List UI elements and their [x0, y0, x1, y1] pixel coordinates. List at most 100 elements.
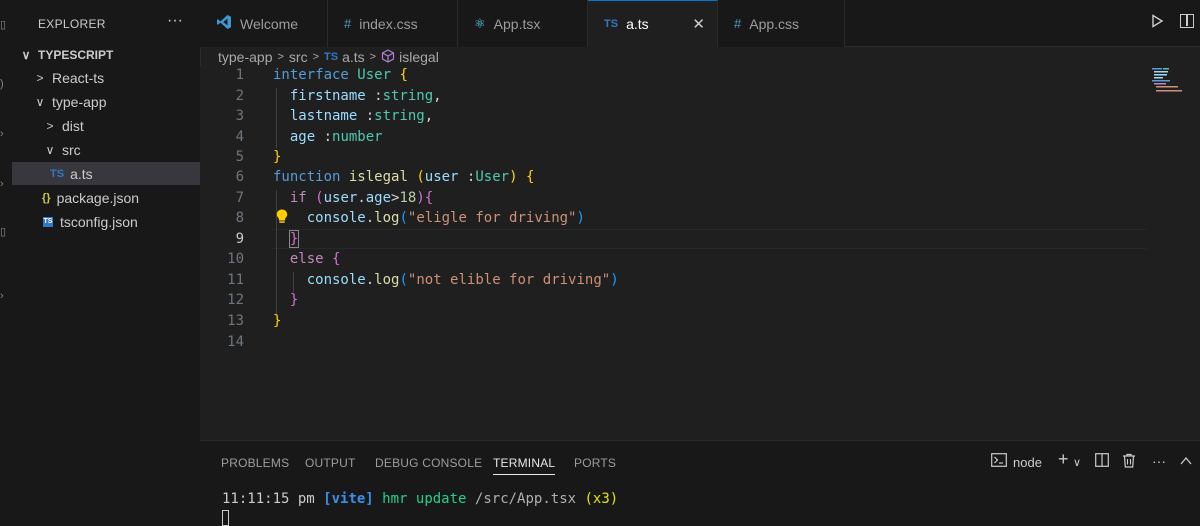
code-line[interactable]: firstname :string,: [273, 88, 442, 104]
line-number: 13: [227, 313, 244, 329]
workspace-root-label: TYPESCRIPT: [38, 47, 114, 62]
split-terminal-icon[interactable]: [1095, 453, 1109, 470]
code-editor[interactable]: 1 2 3 4 5 6 7 8 9 10 11 12 13 14 interfa…: [200, 66, 1200, 440]
terminal-time: 11:11:15 pm: [222, 491, 315, 507]
chevron-down-icon: ∨: [21, 47, 31, 62]
code-line[interactable]: interface User {: [273, 67, 408, 83]
line-number: 5: [235, 149, 244, 165]
css-file-icon: #: [734, 16, 742, 31]
tree-item-tsconfig-json[interactable]: TS tsconfig.json: [12, 210, 200, 233]
code-line[interactable]: console.log("not elible for driving"): [273, 272, 619, 288]
accounts-icon[interactable]: ›: [0, 290, 10, 302]
tab-index-css[interactable]: # index.css: [328, 0, 458, 47]
search-icon[interactable]: ): [0, 78, 10, 90]
panel-tab-problems[interactable]: PROBLEMS: [221, 456, 289, 470]
minimap[interactable]: [1152, 66, 1192, 96]
extensions-icon[interactable]: ▯: [0, 225, 10, 238]
tab-welcome[interactable]: Welcome: [200, 0, 328, 47]
code-line[interactable]: console.log("eligle for driving"): [273, 210, 585, 226]
files-icon[interactable]: ▯: [0, 18, 10, 31]
run-icon[interactable]: [1150, 14, 1164, 33]
tree-item-package-json[interactable]: {} package.json: [12, 186, 200, 209]
tree-item-a-ts[interactable]: TS a.ts: [12, 162, 200, 185]
react-file-icon: ⚛: [474, 15, 486, 31]
line-number: 9: [235, 231, 244, 247]
tree-item-react-ts[interactable]: > React-ts: [12, 66, 200, 89]
activity-bar: ▯ ) › › ▯ ›: [0, 0, 12, 526]
more-actions-icon[interactable]: ···: [1152, 453, 1166, 469]
code-line[interactable]: else {: [273, 251, 341, 267]
bottom-panel: PROBLEMS OUTPUT DEBUG CONSOLE TERMINAL P…: [200, 440, 1200, 526]
panel-tab-output[interactable]: OUTPUT: [305, 456, 356, 470]
panel-tab-debug-console[interactable]: DEBUG CONSOLE: [375, 456, 482, 470]
trash-icon[interactable]: [1122, 453, 1136, 471]
tree-item-src[interactable]: ∨ src: [12, 138, 200, 161]
tree-item-label: src: [62, 141, 81, 158]
split-editor-icon[interactable]: [1180, 14, 1194, 28]
close-icon[interactable]: ✕: [692, 15, 705, 33]
tsconfig-file-icon: TS: [43, 216, 53, 227]
line-number: 1: [235, 67, 244, 83]
run-debug-icon[interactable]: ›: [0, 178, 10, 190]
chevron-down-icon[interactable]: ∨: [1073, 456, 1081, 469]
tab-label: a.ts: [626, 16, 649, 32]
chevron-down-icon: ∨: [45, 142, 55, 157]
css-file-icon: #: [344, 16, 352, 31]
chevron-right-icon: >: [277, 51, 284, 63]
workspace-root[interactable]: ∨ TYPESCRIPT: [12, 43, 200, 66]
code-line[interactable]: }: [273, 230, 300, 248]
line-number: 3: [235, 108, 244, 124]
current-line-highlight: [271, 229, 1146, 249]
line-number: 10: [227, 251, 244, 267]
panel-tab-terminal[interactable]: TERMINAL: [493, 456, 556, 475]
typescript-file-icon: TS: [604, 18, 619, 30]
terminal-output[interactable]: 11:11:15 pm [vite] hmr update /src/App.t…: [222, 491, 618, 507]
typescript-file-icon: TS: [324, 51, 339, 63]
tree-item-label: a.ts: [70, 165, 93, 182]
tree-item-dist[interactable]: > dist: [12, 114, 200, 137]
breadcrumb-folder[interactable]: type-app: [218, 49, 272, 65]
code-line[interactable]: }: [273, 292, 298, 308]
explorer-title: EXPLORER: [38, 17, 106, 31]
explorer-sidebar: EXPLORER ··· ∨ TYPESCRIPT > React-ts ∨ t…: [12, 0, 201, 526]
explorer-more-icon[interactable]: ···: [167, 12, 183, 30]
vscode-icon: [216, 14, 232, 33]
line-number: 6: [235, 169, 244, 185]
tab-a-ts[interactable]: TS a.ts ✕: [588, 0, 718, 47]
breadcrumb-symbol[interactable]: islegal: [399, 49, 439, 65]
code-line[interactable]: age :number: [273, 129, 383, 145]
tab-app-css[interactable]: # App.css: [718, 0, 845, 47]
source-control-icon[interactable]: ›: [0, 128, 10, 140]
tab-app-tsx[interactable]: ⚛ App.tsx: [458, 0, 588, 47]
terminal-tag: [vite]: [323, 491, 374, 507]
breadcrumb-folder[interactable]: src: [289, 49, 308, 65]
symbol-method-icon: [381, 48, 395, 66]
code-line[interactable]: lastname :string,: [273, 108, 433, 124]
line-number: 4: [235, 129, 244, 145]
tree-item-type-app[interactable]: ∨ type-app: [12, 90, 200, 113]
terminal-count: (x3): [584, 491, 619, 507]
tree-item-label: package.json: [56, 189, 140, 206]
code-line[interactable]: function islegal (user :User) {: [273, 169, 534, 185]
tree-item-label: type-app: [52, 93, 107, 110]
terminal-icon[interactable]: [991, 453, 1007, 470]
typescript-file-icon: TS: [50, 167, 65, 180]
tab-label: index.css: [359, 15, 418, 32]
code-line[interactable]: }: [273, 313, 281, 329]
terminal-cursor: [222, 510, 229, 526]
line-number: 7: [235, 190, 244, 206]
chevron-up-icon[interactable]: [1180, 453, 1192, 469]
tree-item-label: React-ts: [52, 69, 105, 86]
code-line[interactable]: }: [273, 149, 281, 165]
terminal-shell-name[interactable]: node: [1013, 455, 1042, 470]
chevron-right-icon: >: [369, 51, 377, 63]
panel-tab-ports[interactable]: PORTS: [574, 456, 616, 470]
line-number: 14: [227, 334, 244, 350]
code-line[interactable]: if (user.age>18){: [273, 190, 433, 206]
json-file-icon: {}: [42, 191, 51, 204]
add-terminal-icon[interactable]: +: [1058, 449, 1069, 470]
line-number: 12: [227, 292, 244, 308]
tree-item-label: tsconfig.json: [60, 213, 138, 230]
tab-label: App.css: [749, 15, 800, 32]
breadcrumb-file[interactable]: a.ts: [342, 49, 365, 65]
